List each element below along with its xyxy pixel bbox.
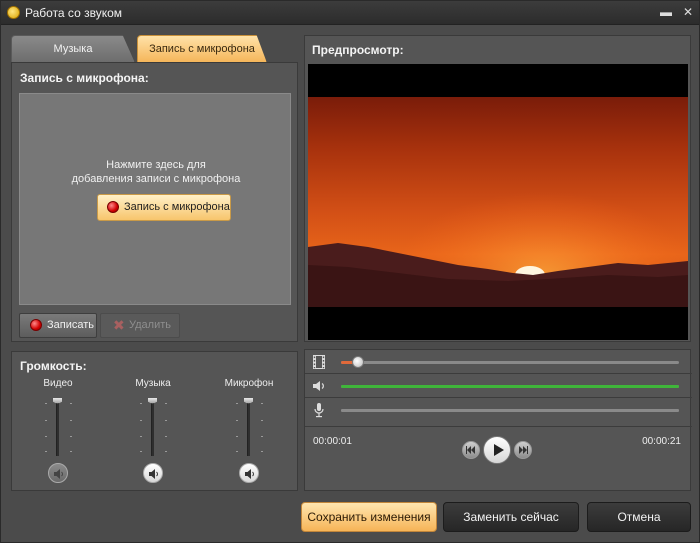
playback-controls: 00:00:01 00:00:21 <box>304 349 692 491</box>
play-button[interactable] <box>483 436 511 464</box>
speaker-icon <box>149 469 158 479</box>
rewind-icon <box>466 446 475 454</box>
tick <box>70 420 72 421</box>
volume-video-label: Видео <box>43 378 73 389</box>
audio-track-row <box>305 374 692 398</box>
microphone-panel: Запись с микрофона: Нажмите здесь для до… <box>11 62 298 342</box>
hint-line-2: добавления записи с микрофона <box>71 173 241 185</box>
tick <box>261 436 263 437</box>
record-dot-icon <box>107 201 119 213</box>
record-dot-icon <box>30 319 42 331</box>
preview-panel: Предпросмотр: <box>304 35 691 342</box>
seek-thumb[interactable] <box>352 356 364 368</box>
record-from-microphone-button[interactable]: Запись с микрофона <box>97 194 231 221</box>
volume-video-thumb[interactable] <box>52 397 63 404</box>
speaker-icon <box>313 381 324 391</box>
replace-now-button[interactable]: Заменить сейчас <box>443 502 579 532</box>
audio-level <box>341 385 679 388</box>
tick <box>45 403 47 404</box>
tick <box>261 451 263 452</box>
volume-microphone: Микрофон <box>219 378 279 488</box>
microphone-level <box>341 409 679 412</box>
preview-heading: Предпросмотр: <box>312 43 404 57</box>
window-title: Работа со звуком <box>25 6 122 20</box>
microphone-heading: Запись с микрофона: <box>20 71 149 85</box>
total-time: 00:00:21 <box>642 436 681 447</box>
tab-music[interactable]: Музыка <box>11 35 135 63</box>
tab-microphone[interactable]: Запись с микрофона <box>137 35 267 63</box>
tick <box>45 436 47 437</box>
close-icon[interactable]: ✕ <box>681 5 695 19</box>
volume-music-label: Музыка <box>135 378 171 389</box>
title-bar[interactable]: Работа со звуком ▬ ✕ <box>1 1 699 25</box>
seek-slider[interactable] <box>341 356 679 368</box>
volume-microphone-slider[interactable] <box>247 398 250 456</box>
tick <box>70 451 72 452</box>
microphone-track-bar[interactable] <box>341 409 679 412</box>
volume-video-slider[interactable] <box>56 398 59 456</box>
hint-line-1: Нажмите здесь для <box>106 159 206 171</box>
film-icon <box>313 355 325 369</box>
volume-music-thumb[interactable] <box>147 397 158 404</box>
tick <box>70 403 72 404</box>
cancel-button[interactable]: Отмена <box>587 502 691 532</box>
tick <box>140 451 142 452</box>
record-button[interactable]: Записать <box>19 313 97 338</box>
tick <box>261 403 263 404</box>
tick <box>140 436 142 437</box>
forward-button[interactable] <box>514 441 532 459</box>
tick <box>45 420 47 421</box>
tick <box>140 403 142 404</box>
video-preview[interactable] <box>308 64 688 340</box>
volume-panel: Громкость: Видео Музыка Микрофон <box>11 351 298 491</box>
delete-button-label: Удалить <box>129 319 171 331</box>
volume-music: Музыка <box>123 378 183 488</box>
volume-music-slider[interactable] <box>151 398 154 456</box>
record-button-label: Записать <box>47 319 95 331</box>
tick <box>165 420 167 421</box>
record-from-microphone-label: Запись с микрофона <box>124 201 230 213</box>
delete-x-icon: ✖ <box>113 317 125 333</box>
music-mute-button[interactable] <box>143 463 163 483</box>
divider <box>305 426 692 427</box>
tick <box>165 451 167 452</box>
microphone-mute-button[interactable] <box>239 463 259 483</box>
sunset-image <box>308 97 688 307</box>
speaker-icon <box>54 469 63 479</box>
microphone-drop-area[interactable]: Нажмите здесь для добавления записи с ми… <box>19 93 291 305</box>
tick <box>236 403 238 404</box>
volume-video: Видео <box>28 378 88 488</box>
tick <box>165 403 167 404</box>
current-time: 00:00:01 <box>313 436 352 447</box>
tick <box>236 420 238 421</box>
microphone-track-row <box>305 398 692 422</box>
save-changes-button[interactable]: Сохранить изменения <box>301 502 437 532</box>
volume-heading: Громкость: <box>20 359 87 373</box>
speaker-icon <box>245 469 254 479</box>
app-icon <box>7 6 20 19</box>
sunset-frame <box>308 97 688 307</box>
forward-icon <box>519 446 528 454</box>
audio-track-bar[interactable] <box>341 385 679 388</box>
play-icon <box>494 444 504 456</box>
delete-button[interactable]: ✖ Удалить <box>100 313 180 338</box>
minimize-icon[interactable]: ▬ <box>659 5 673 19</box>
microphone-hint: Нажмите здесь для добавления записи с ми… <box>20 158 292 186</box>
tick <box>165 436 167 437</box>
tick <box>236 451 238 452</box>
microphone-icon <box>314 403 324 418</box>
tick <box>45 451 47 452</box>
volume-microphone-label: Микрофон <box>224 378 274 389</box>
tick <box>261 420 263 421</box>
sound-dialog: Работа со звуком ▬ ✕ Музыка Запись с мик… <box>0 0 700 543</box>
tick <box>70 436 72 437</box>
video-track-row <box>305 350 692 374</box>
tick <box>140 420 142 421</box>
tick <box>236 436 238 437</box>
video-mute-button[interactable] <box>48 463 68 483</box>
volume-microphone-thumb[interactable] <box>243 397 254 404</box>
rewind-button[interactable] <box>462 441 480 459</box>
